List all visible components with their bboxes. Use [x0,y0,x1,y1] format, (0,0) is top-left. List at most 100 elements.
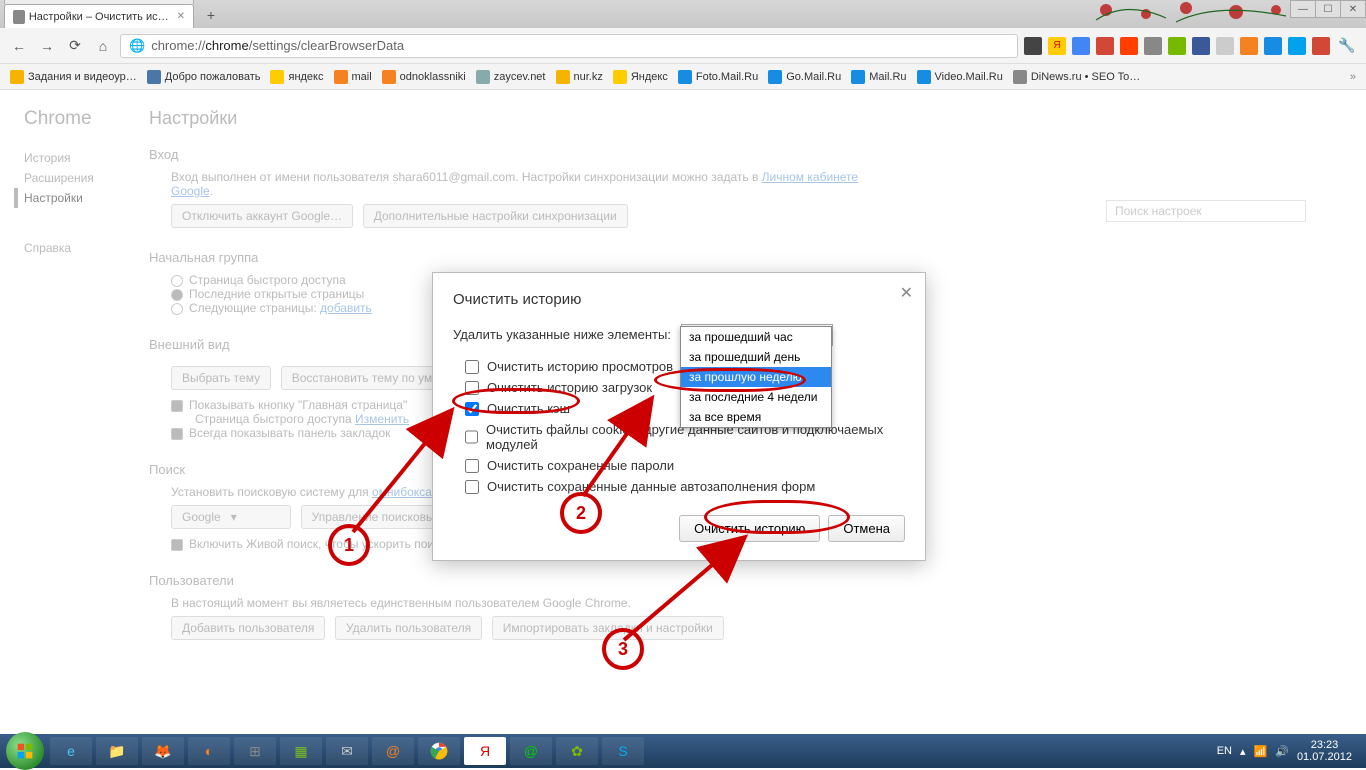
ext-icon[interactable] [1120,37,1138,55]
taskbar-skype-icon[interactable]: S [602,737,644,765]
disconnect-account-button[interactable]: Отключить аккаунт Google… [171,204,353,228]
section-sign-in: Вход Вход выполнен от имени пользователя… [149,147,889,228]
bookmark-label: zaycev.net [494,71,546,83]
bookmark-item[interactable]: Go.Mail.Ru [768,70,841,84]
start-button[interactable] [6,732,44,770]
add-user-button[interactable]: Добавить пользователя [171,616,325,640]
bookmark-favicon [334,70,348,84]
bookmark-label: Mail.Ru [869,71,906,83]
add-pages-link[interactable]: добавить [320,301,372,315]
ext-icon[interactable] [1096,37,1114,55]
nav-extensions[interactable]: Расширения [24,168,149,188]
network-icon[interactable]: 📶 [1254,745,1268,758]
checkbox[interactable] [465,360,479,374]
taskbar-icq-icon[interactable]: ✿ [556,737,598,765]
time-range-option[interactable]: за прошедший час [681,327,831,347]
taskbar-mail-icon[interactable]: ✉ [326,737,368,765]
checkbox[interactable] [465,480,479,494]
ext-icon[interactable] [1288,37,1306,55]
close-icon[interactable]: ✕ [900,283,913,303]
startup-option[interactable]: Страница быстрого доступа [189,273,346,287]
window-maximize[interactable]: ☐ [1315,0,1341,18]
show-bookmarks-checkbox[interactable]: Всегда показывать панель закладок [189,426,390,440]
home-page-label: Страница быстрого доступа [195,412,352,426]
choose-theme-button[interactable]: Выбрать тему [171,366,271,390]
ext-icon[interactable] [1024,37,1042,55]
language-indicator[interactable]: EN [1217,745,1232,757]
taskbar-yandex-icon[interactable]: Я [464,737,506,765]
ext-icon[interactable] [1312,37,1330,55]
bookmark-item[interactable]: Добро пожаловать [147,70,261,84]
omnibox-link[interactable]: омнибокса [372,485,432,499]
bookmark-item[interactable]: odnoklassniki [382,70,466,84]
sync-settings-button[interactable]: Дополнительные настройки синхронизации [363,204,628,228]
taskbar-app-icon[interactable]: @ [372,737,414,765]
taskbar-firefox-icon[interactable]: 🦊 [142,737,184,765]
taskbar-app-icon[interactable]: ◐ [188,737,230,765]
bookmark-item[interactable]: mail [334,70,372,84]
favicon [13,10,25,24]
bookmark-favicon [678,70,692,84]
change-home-link[interactable]: Изменить [355,412,409,426]
back-button[interactable]: ← [8,35,30,57]
browser-tab[interactable]: Настройки – Очистить ис…✕ [4,4,194,28]
bookmark-item[interactable]: nur.kz [556,70,603,84]
ext-icon[interactable] [1192,37,1210,55]
time-range-option[interactable]: за все время [681,407,831,427]
taskbar-chrome-icon[interactable] [418,737,460,765]
ext-icon[interactable] [1264,37,1282,55]
taskbar-app-icon[interactable]: ▦ [280,737,322,765]
tray-chevron-icon[interactable]: ▴ [1240,745,1246,758]
show-home-checkbox[interactable]: Показывать кнопку "Главная страница" [189,398,407,412]
clear-data-option[interactable]: Очистить сохраненные данные автозаполнен… [453,476,905,497]
bookmark-item[interactable]: Яндекс [613,70,668,84]
wrench-menu-icon[interactable]: 🔧 [1336,35,1358,57]
bookmark-item[interactable]: DiNews.ru • SEO To… [1013,70,1140,84]
volume-icon[interactable]: 🔊 [1275,745,1289,758]
startup-option[interactable]: Последние открытые страницы [189,287,364,301]
globe-icon: 🌐 [129,38,145,54]
annotation-ellipse-2 [654,368,806,392]
taskbar-ie-icon[interactable]: e [50,737,92,765]
close-tab-icon[interactable]: ✕ [177,11,185,22]
bookmark-item[interactable]: zaycev.net [476,70,546,84]
ext-icon[interactable] [1216,37,1234,55]
reload-button[interactable]: ⟳ [64,35,86,57]
clock[interactable]: 23:23 01.07.2012 [1297,739,1352,763]
nav-help[interactable]: Справка [24,238,149,258]
ext-icon[interactable] [1168,37,1186,55]
window-close[interactable]: ✕ [1340,0,1366,18]
bookmark-label: Добро пожаловать [165,71,261,83]
time-range-option[interactable]: за прошедший день [681,347,831,367]
ext-icon[interactable] [1240,37,1258,55]
omnibox[interactable]: 🌐 chrome://chrome/settings/clearBrowserD… [120,34,1018,58]
window-minimize[interactable]: — [1290,0,1316,18]
settings-search-input[interactable]: Поиск настроек [1106,200,1306,222]
new-tab-button[interactable]: + [200,4,222,26]
checkbox[interactable] [465,459,479,473]
ext-yandex-icon[interactable]: Я [1048,37,1066,55]
forward-button[interactable]: → [36,35,58,57]
startup-option[interactable]: Следующие страницы: [189,301,317,315]
chevron-icon[interactable]: » [1350,71,1356,83]
nav-history[interactable]: История [24,148,149,168]
taskbar-explorer-icon[interactable]: 📁 [96,737,138,765]
delete-user-button[interactable]: Удалить пользователя [335,616,482,640]
window-controls: — ☐ ✕ [1291,0,1366,18]
taskbar-app-icon[interactable]: ⊞ [234,737,276,765]
bookmark-item[interactable]: Video.Mail.Ru [917,70,1003,84]
checkbox[interactable] [465,430,478,444]
bookmark-item[interactable]: Foto.Mail.Ru [678,70,758,84]
bookmark-item[interactable]: Mail.Ru [851,70,906,84]
clear-data-option[interactable]: Очистить сохраненные пароли [453,455,905,476]
clear-data-option[interactable]: Очистить файлы cookie и другие данные са… [453,419,905,455]
home-button[interactable]: ⌂ [92,35,114,57]
nav-settings[interactable]: Настройки [14,188,149,208]
ext-google-icon[interactable] [1072,37,1090,55]
ext-icon[interactable] [1144,37,1162,55]
url-scheme: chrome:// [151,38,205,53]
search-engine-select[interactable]: Google ▾ [171,505,291,529]
bookmark-item[interactable]: яндекс [270,70,323,84]
taskbar-app-icon[interactable]: @ [510,737,552,765]
bookmark-item[interactable]: Задания и видеоур… [10,70,137,84]
